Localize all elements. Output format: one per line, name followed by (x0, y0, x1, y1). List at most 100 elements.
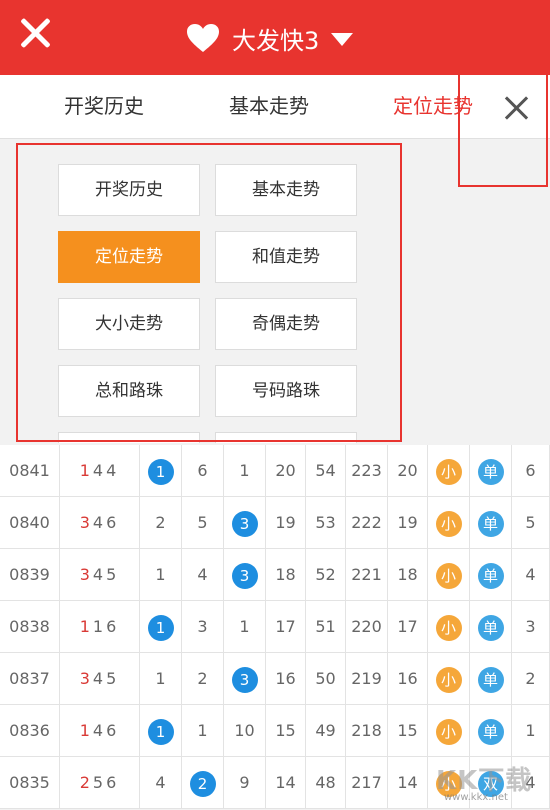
table-cell: 20 (266, 445, 306, 496)
parity-badge: 单 (477, 510, 504, 537)
draw-numbers: 116 (60, 601, 140, 652)
draw-digit: 4 (106, 461, 120, 480)
parity-badge: 单 (477, 666, 504, 693)
draw-numbers: 346 (60, 497, 140, 548)
highlight-box-close (458, 66, 548, 187)
close-icon[interactable] (18, 16, 52, 50)
watermark-url: www.kkx.net (444, 792, 508, 803)
table-cell: 217 (346, 757, 388, 808)
table-cell: 14 (388, 757, 428, 808)
heart-icon[interactable] (186, 23, 220, 53)
table-row: 0841 144 1 6 1 20 54 223 20 小单 6 (0, 445, 550, 497)
table-cell: 19 (266, 497, 306, 548)
tab-basic-trend[interactable]: 基本走势 (229, 75, 309, 138)
highlight-box-menu (16, 143, 402, 442)
draw-digit: 3 (79, 513, 93, 532)
table-cell: 18 (388, 549, 428, 600)
table-cell: 3 (182, 601, 224, 652)
table-cell: 2 (140, 497, 182, 548)
draw-digit: 4 (92, 513, 107, 532)
draw-digit: 6 (106, 617, 120, 636)
table-cell: 49 (306, 705, 346, 756)
issue-number: 0841 (0, 445, 60, 496)
size-badge: 小 (435, 562, 462, 589)
table-cell: 17 (388, 601, 428, 652)
size-badge: 小 (435, 666, 462, 693)
table-cell: 4 (182, 549, 224, 600)
table-row: 0839 345 1 4 3 18 52 221 18 小单 4 (0, 549, 550, 601)
table-cell: 218 (346, 705, 388, 756)
table-cell: 4 (512, 549, 550, 600)
position-ball: 2 (189, 770, 216, 797)
draw-numbers: 256 (60, 757, 140, 808)
table-cell: 219 (346, 653, 388, 704)
size-badge: 小 (435, 614, 462, 641)
table-cell: 15 (388, 705, 428, 756)
position-ball: 1 (147, 718, 174, 745)
table-row: 0838 116 1 3 1 17 51 220 17 小单 3 (0, 601, 550, 653)
trend-table: 0841 144 1 6 1 20 54 223 20 小单 6 0840 346 2 5 3 19 53 222 1… (0, 445, 550, 809)
page-title: 大发快3 (232, 26, 320, 55)
table-cell: 2 (512, 653, 550, 704)
table-cell: 5 (182, 497, 224, 548)
tab-history[interactable]: 开奖历史 (64, 75, 144, 138)
draw-digit: 2 (79, 773, 93, 792)
table-cell: 18 (266, 549, 306, 600)
issue-number: 0836 (0, 705, 60, 756)
parity-badge: 单 (477, 614, 504, 641)
table-cell: 53 (306, 497, 346, 548)
draw-digit: 4 (92, 721, 107, 740)
draw-numbers: 345 (60, 549, 140, 600)
table-cell: 1 (182, 705, 224, 756)
parity-badge: 单 (477, 458, 504, 485)
game-selector[interactable]: 大发快3 (186, 18, 354, 58)
draw-numbers: 146 (60, 705, 140, 756)
table-cell: 223 (346, 445, 388, 496)
position-ball: 3 (231, 666, 258, 693)
issue-number: 0835 (0, 757, 60, 808)
draw-digit: 5 (106, 669, 120, 688)
position-ball: 1 (147, 614, 174, 641)
draw-digit: 3 (79, 565, 93, 584)
table-cell: 48 (306, 757, 346, 808)
table-cell: 1 (224, 445, 266, 496)
dropdown-arrow-icon[interactable] (331, 33, 354, 46)
position-ball: 1 (147, 458, 174, 485)
draw-digit: 4 (92, 565, 107, 584)
size-badge: 小 (435, 458, 462, 485)
issue-number: 0837 (0, 653, 60, 704)
table-cell: 1 (224, 601, 266, 652)
table-row: 0837 345 1 2 3 16 50 219 16 小单 2 (0, 653, 550, 705)
table-cell: 52 (306, 549, 346, 600)
draw-digit: 6 (106, 721, 120, 740)
draw-digit: 1 (79, 617, 93, 636)
draw-digit: 3 (79, 669, 93, 688)
table-cell: 17 (266, 601, 306, 652)
table-cell: 54 (306, 445, 346, 496)
parity-badge: 单 (477, 562, 504, 589)
draw-digit: 1 (79, 461, 93, 480)
draw-digit: 4 (92, 669, 107, 688)
table-cell: 9 (224, 757, 266, 808)
draw-digit: 5 (92, 773, 107, 792)
draw-digit: 6 (106, 773, 120, 792)
issue-number: 0838 (0, 601, 60, 652)
table-cell: 15 (266, 705, 306, 756)
draw-digit: 1 (92, 617, 107, 636)
table-cell: 4 (140, 757, 182, 808)
table-cell: 6 (512, 445, 550, 496)
table-cell: 14 (266, 757, 306, 808)
position-ball: 3 (231, 562, 258, 589)
draw-digit: 5 (106, 565, 120, 584)
table-cell: 16 (266, 653, 306, 704)
size-badge: 小 (435, 718, 462, 745)
table-cell: 5 (512, 497, 550, 548)
table-cell: 16 (388, 653, 428, 704)
table-cell: 6 (182, 445, 224, 496)
size-badge: 小 (435, 510, 462, 537)
draw-digit: 6 (106, 513, 120, 532)
table-cell: 1 (512, 705, 550, 756)
app-header: 大发快3 (0, 0, 550, 75)
table-cell: 20 (388, 445, 428, 496)
table-cell: 220 (346, 601, 388, 652)
